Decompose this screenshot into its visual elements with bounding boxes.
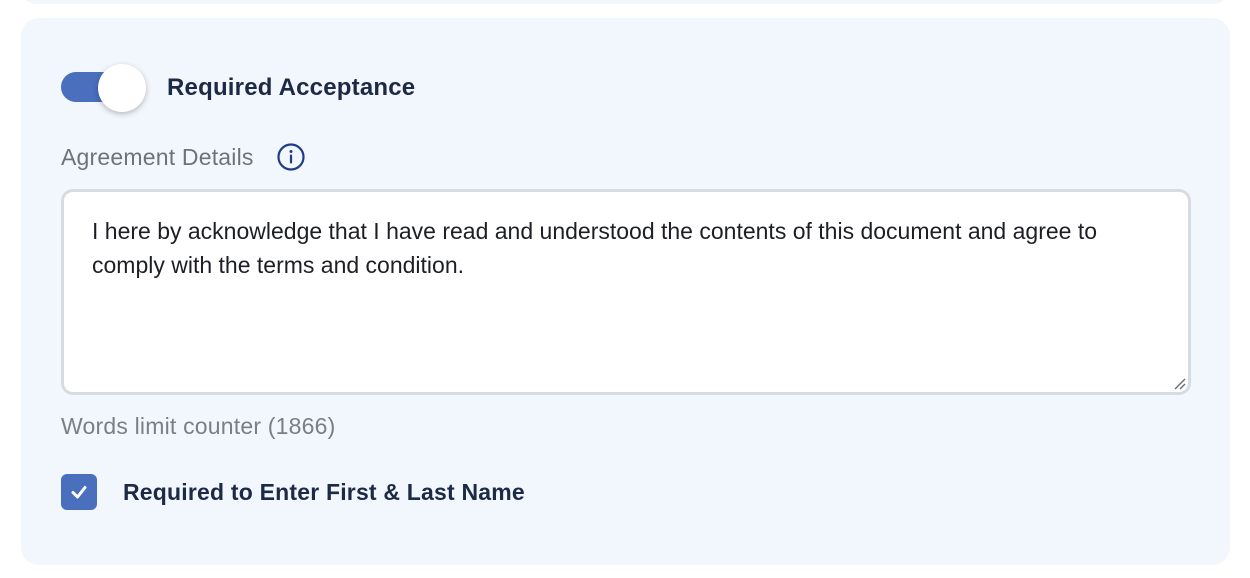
required-acceptance-row: Required Acceptance	[61, 64, 415, 112]
word-limit-counter: Words limit counter (1866)	[61, 413, 336, 439]
agreement-details-header: Agreement Details	[61, 140, 306, 174]
agreement-details-text: I here by acknowledge that I have read a…	[92, 218, 1098, 278]
toggle-knob	[98, 64, 146, 112]
info-icon[interactable]	[276, 142, 306, 172]
agreement-details-textarea[interactable]: I here by acknowledge that I have read a…	[61, 189, 1191, 395]
resize-handle-icon[interactable]	[1172, 376, 1186, 390]
required-acceptance-label: Required Acceptance	[167, 74, 416, 101]
agreement-details-label: Agreement Details	[61, 143, 254, 170]
name-required-label: Required to Enter First & Last Name	[123, 478, 525, 505]
name-required-row: Required to Enter First & Last Name	[61, 474, 525, 510]
name-required-checkbox[interactable]	[61, 474, 97, 510]
required-acceptance-toggle[interactable]	[61, 64, 147, 112]
previous-card	[22, 0, 1228, 4]
checkmark-icon	[71, 486, 87, 499]
